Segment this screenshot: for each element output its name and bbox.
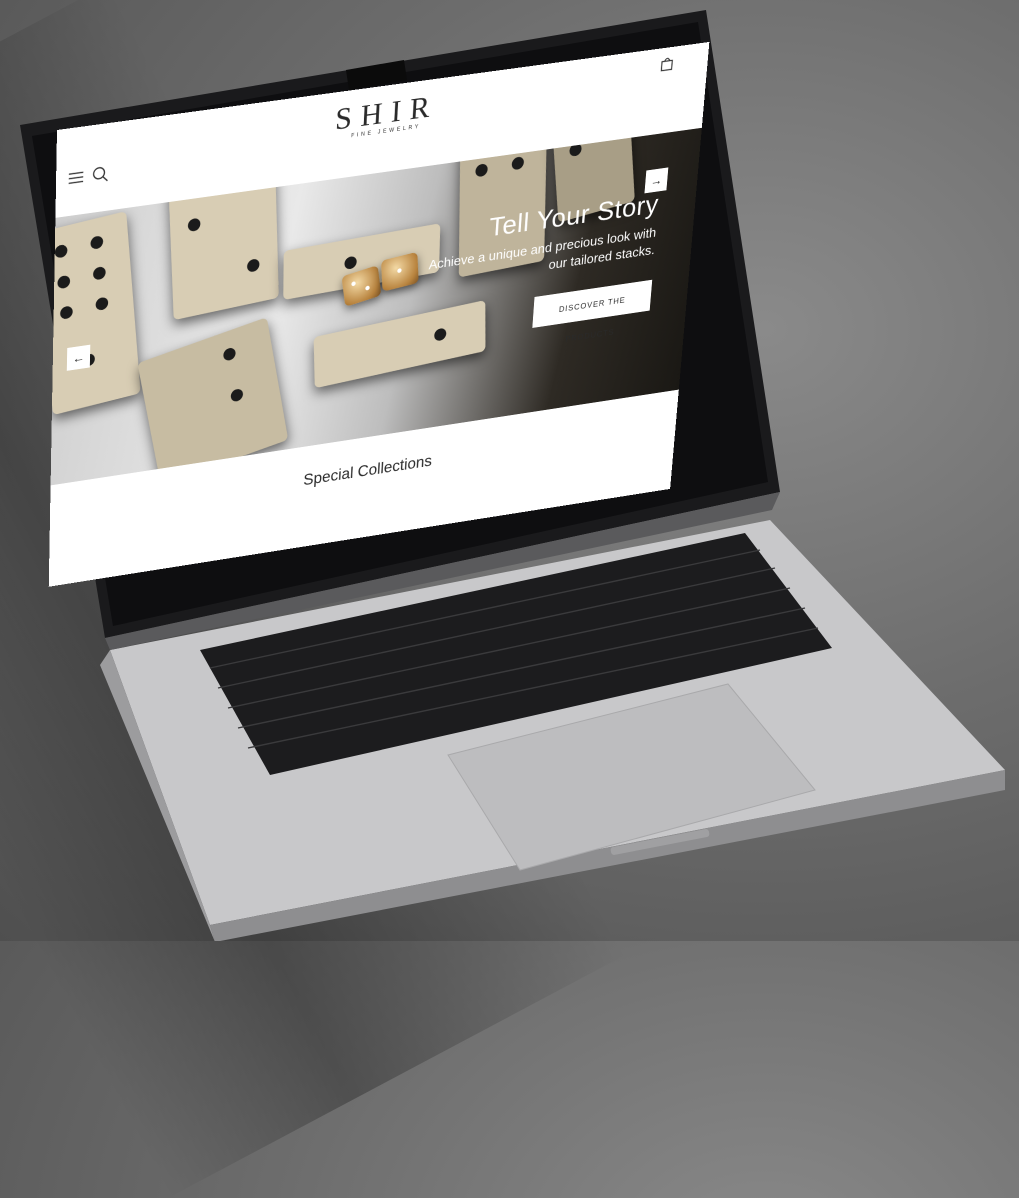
next-slide-arrow-icon[interactable]: → — [644, 167, 669, 194]
previous-slide-arrow-icon[interactable]: ← — [66, 344, 91, 371]
menu-icon[interactable] — [69, 170, 84, 185]
search-icon[interactable] — [92, 165, 109, 184]
discover-products-button[interactable]: DISCOVER THE PRODUCTS — [532, 279, 653, 343]
domino-image — [313, 300, 486, 389]
scene: SHIR FINE JEWELRY Tell Your Story Achiev… — [0, 0, 1019, 1198]
shopping-bag-icon[interactable] — [660, 56, 675, 72]
domino-image — [50, 211, 141, 416]
